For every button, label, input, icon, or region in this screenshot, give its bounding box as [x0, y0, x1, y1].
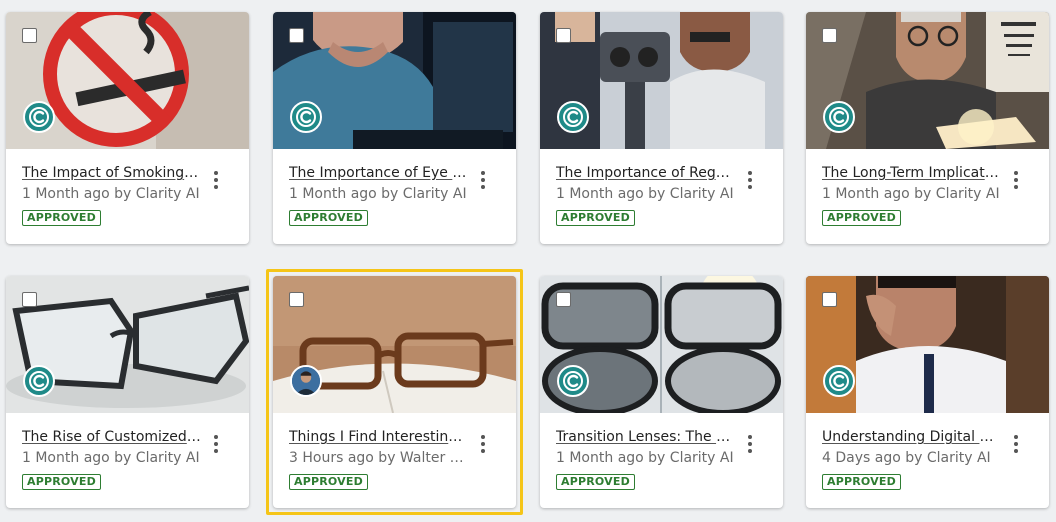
- status-badge: APPROVED: [556, 474, 635, 490]
- article-title[interactable]: The Importance of Eye Health: [289, 164, 469, 182]
- select-checkbox[interactable]: [822, 28, 837, 43]
- article-card[interactable]: The Importance of Regular Eye Exams 1 Mo…: [540, 12, 783, 244]
- article-card[interactable]: The Rise of Customized Eyewear 1 Month a…: [6, 276, 249, 508]
- status-badge: APPROVED: [289, 474, 368, 490]
- article-meta: 1 Month ago by Clarity AI: [22, 186, 200, 202]
- select-checkbox[interactable]: [22, 28, 37, 43]
- more-options-icon[interactable]: [1009, 433, 1023, 455]
- clarity-logo-icon: [290, 101, 322, 133]
- article-meta: 1 Month ago by Clarity AI: [22, 450, 200, 466]
- status-badge: APPROVED: [22, 210, 101, 226]
- article-title[interactable]: Transition Lenses: The Future of Eyewear: [556, 428, 736, 446]
- article-meta: 4 Days ago by Clarity AI: [822, 450, 991, 466]
- article-meta: 1 Month ago by Clarity AI: [556, 450, 734, 466]
- clarity-logo-icon: [823, 365, 855, 397]
- status-badge: APPROVED: [22, 474, 101, 490]
- article-meta: 1 Month ago by Clarity AI: [289, 186, 467, 202]
- clarity-logo-icon: [23, 365, 55, 397]
- article-card[interactable]: Transition Lenses: The Future of Eyewear…: [540, 276, 783, 508]
- article-card[interactable]: The Importance of Eye Health 1 Month ago…: [273, 12, 516, 244]
- select-checkbox[interactable]: [22, 292, 37, 307]
- more-options-icon[interactable]: [1009, 169, 1023, 191]
- article-meta: 3 Hours ago by Walter White: [289, 450, 469, 466]
- select-checkbox[interactable]: [822, 292, 837, 307]
- article-card[interactable]: The Impact of Smoking on Eye Health 1 Mo…: [6, 12, 249, 244]
- more-options-icon[interactable]: [743, 169, 757, 191]
- select-checkbox[interactable]: [289, 28, 304, 43]
- article-card[interactable]: The Long-Term Implications of Eye Care 1…: [806, 12, 1049, 244]
- article-title[interactable]: The Importance of Regular Eye Exams: [556, 164, 736, 182]
- article-title[interactable]: The Long-Term Implications of Eye Care: [822, 164, 1002, 182]
- more-options-icon[interactable]: [476, 433, 490, 455]
- status-badge: APPROVED: [822, 474, 901, 490]
- status-badge: APPROVED: [556, 210, 635, 226]
- status-badge: APPROVED: [289, 210, 368, 226]
- article-meta: 1 Month ago by Clarity AI: [556, 186, 734, 202]
- article-title[interactable]: The Rise of Customized Eyewear: [22, 428, 202, 446]
- clarity-logo-icon: [823, 101, 855, 133]
- clarity-logo-icon: [557, 101, 589, 133]
- clarity-logo-icon: [23, 101, 55, 133]
- article-card[interactable]: Things I Find Interesting About Glasses …: [266, 269, 523, 515]
- article-title[interactable]: Things I Find Interesting About Glasses: [289, 428, 469, 446]
- select-checkbox[interactable]: [289, 292, 304, 307]
- select-checkbox[interactable]: [556, 292, 571, 307]
- select-checkbox[interactable]: [556, 28, 571, 43]
- clarity-logo-icon: [557, 365, 589, 397]
- article-meta: 1 Month ago by Clarity AI: [822, 186, 1000, 202]
- status-badge: APPROVED: [822, 210, 901, 226]
- user-photo-avatar: [290, 365, 322, 397]
- more-options-icon[interactable]: [743, 433, 757, 455]
- more-options-icon[interactable]: [209, 433, 223, 455]
- article-title[interactable]: The Impact of Smoking on Eye Health: [22, 164, 202, 182]
- article-title[interactable]: Understanding Digital Eye Strain: [822, 428, 1002, 446]
- article-card[interactable]: Understanding Digital Eye Strain 4 Days …: [806, 276, 1049, 508]
- more-options-icon[interactable]: [476, 169, 490, 191]
- more-options-icon[interactable]: [209, 169, 223, 191]
